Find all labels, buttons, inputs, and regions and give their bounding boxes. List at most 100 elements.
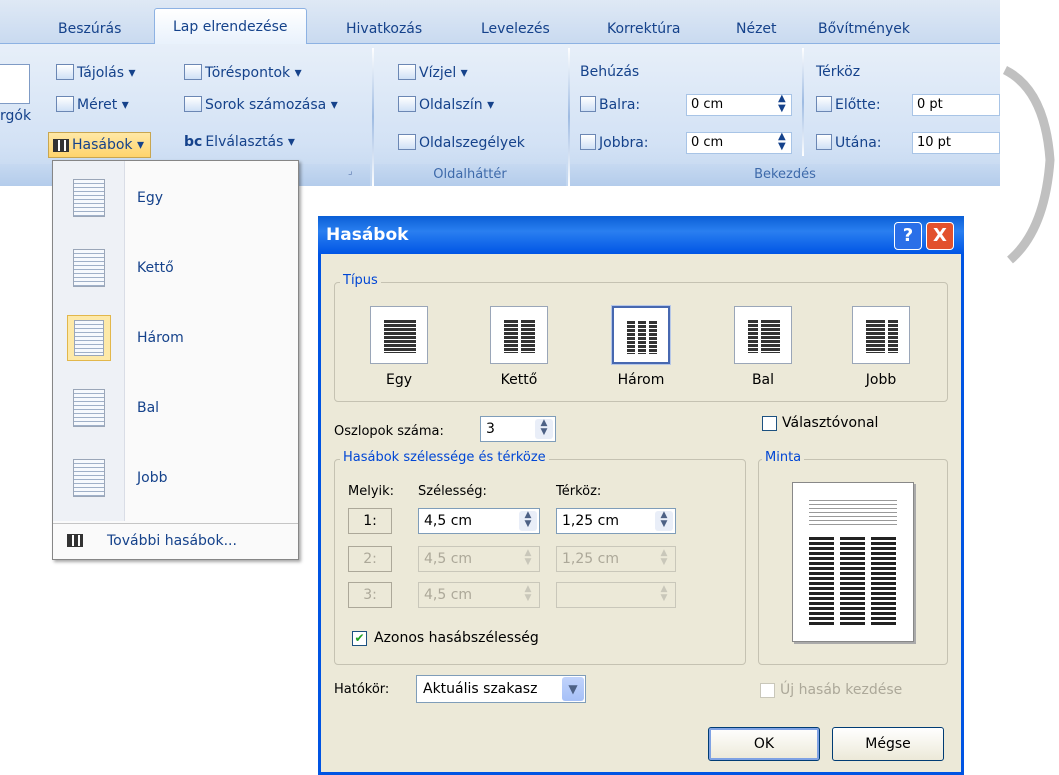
breaks-label: Töréspontok xyxy=(205,65,291,81)
page-color-icon xyxy=(398,96,416,112)
row-number: 2: xyxy=(348,546,392,572)
tab-mailings[interactable]: Levelezés xyxy=(481,14,550,44)
width-value: 4,5 cm xyxy=(424,513,473,529)
menu-item-three[interactable]: Három xyxy=(53,307,298,369)
spinner-icon[interactable]: ▲ ▼ xyxy=(519,511,537,531)
three-columns-icon xyxy=(67,315,111,361)
three-columns-icon xyxy=(627,320,659,354)
menu-item-label: Bal xyxy=(137,400,160,416)
columns-button[interactable]: Hasábok ▾ xyxy=(48,132,152,158)
row-number: 3: xyxy=(348,582,392,608)
hyphenation-icon: bc xyxy=(184,134,203,150)
new-column-label: Új hasáb kezdése xyxy=(780,682,903,698)
menu-item-label: Kettő xyxy=(137,260,174,276)
preset-right-button[interactable] xyxy=(852,306,910,364)
tab-page-layout[interactable]: Lap elrendezése xyxy=(154,8,307,45)
preset-three-button[interactable] xyxy=(611,305,671,365)
columns-icon xyxy=(53,139,69,152)
size-button[interactable]: Méret ▾ xyxy=(56,96,129,113)
preview-column-1 xyxy=(809,535,834,625)
line-numbers-button[interactable]: Sorok számozása ▾ xyxy=(184,96,338,113)
line-between-checkbox[interactable] xyxy=(762,416,777,431)
spinner-icon: ▲ ▼ xyxy=(524,548,532,567)
tab-addins[interactable]: Bővítmények xyxy=(818,14,910,44)
columns-icon xyxy=(67,534,83,547)
preset-two-button[interactable] xyxy=(490,306,548,364)
width-header: Szélesség: xyxy=(418,484,487,499)
right-column-icon xyxy=(67,455,111,501)
watermark-button[interactable]: Vízjel ▾ xyxy=(398,64,468,81)
menu-item-one[interactable]: Egy xyxy=(53,167,298,229)
spacing-value: 1,25 cm xyxy=(562,513,619,529)
line-numbers-label: Sorok számozása xyxy=(205,97,327,113)
page-color-label: Oldalszín xyxy=(419,97,483,113)
width-value: 4,5 cm xyxy=(424,551,473,567)
apply-to-value: Aktuális szakasz xyxy=(423,681,538,697)
page-borders-button[interactable]: Oldalszegélyek xyxy=(398,134,525,151)
menu-item-label: Egy xyxy=(137,190,164,206)
help-button[interactable]: ? xyxy=(894,222,922,250)
spacing-header: Térköz: xyxy=(556,484,602,499)
right-column-icon xyxy=(866,319,898,353)
spacing-input[interactable]: 1,25 cm ▲ ▼ xyxy=(556,508,676,534)
line-between-label: Választóvonal xyxy=(782,415,879,431)
equal-width-checkbox[interactable]: ✔ xyxy=(352,631,367,646)
num-columns-input[interactable]: 3 ▲ ▼ xyxy=(480,416,556,442)
cancel-button[interactable]: Mégse xyxy=(832,727,944,761)
two-columns-icon xyxy=(504,319,536,353)
col-header: Melyik: xyxy=(348,484,395,499)
one-column-icon xyxy=(384,319,416,353)
menu-item-right[interactable]: Jobb xyxy=(53,447,298,509)
width-input[interactable]: 4,5 cm ▲ ▼ xyxy=(418,508,540,534)
spacing-value: 1,25 cm xyxy=(562,551,619,567)
spacing-input: ▲ ▼ xyxy=(556,582,676,608)
close-button[interactable]: X xyxy=(926,222,954,250)
more-columns-item[interactable]: További hasábok... xyxy=(53,523,298,559)
indent-left-icon xyxy=(580,96,596,112)
spacing-after-input[interactable]: 10 pt xyxy=(912,132,1000,154)
tab-view[interactable]: Nézet xyxy=(736,14,777,44)
indent-left-spinner[interactable]: ▲ ▼ xyxy=(778,94,786,114)
indent-left-input[interactable]: 0 cm xyxy=(686,94,792,116)
dialog-launcher-icon[interactable]: ⌟ xyxy=(348,166,353,177)
preset-right-label: Jobb xyxy=(865,372,897,388)
tab-references[interactable]: Hivatkozás xyxy=(346,14,422,44)
breaks-button[interactable]: Töréspontok ▾ xyxy=(184,64,302,81)
indent-right-icon xyxy=(580,134,596,150)
orientation-button[interactable]: Tájolás ▾ xyxy=(56,64,136,81)
columns-dropdown-menu: Egy Kettő Három Bal Jobb További hasábok… xyxy=(52,160,299,560)
tab-insert[interactable]: Beszúrás xyxy=(58,14,121,44)
apply-to-select[interactable]: Aktuális szakasz ▼ xyxy=(416,675,586,703)
preview-column-3 xyxy=(871,535,896,625)
hyphenation-button[interactable]: bc Elválasztás ▾ xyxy=(184,134,295,150)
spacing-before-icon xyxy=(816,96,832,112)
menu-item-two[interactable]: Kettő xyxy=(53,237,298,299)
preview-column-2 xyxy=(840,535,865,625)
chevron-down-icon[interactable]: ▼ xyxy=(562,677,584,701)
decorative-swirl xyxy=(1002,65,1055,264)
dialog-titlebar: Hasábok ? X xyxy=(318,216,964,254)
indent-right-spinner[interactable]: ▲ ▼ xyxy=(778,132,786,152)
page-color-button[interactable]: Oldalszín ▾ xyxy=(398,96,494,113)
spacing-before-input[interactable]: 0 pt xyxy=(912,94,1000,116)
margins-icon[interactable] xyxy=(0,64,30,104)
menu-item-label: Jobb xyxy=(137,470,168,486)
num-columns-label: Oszlopok száma: xyxy=(334,424,444,439)
indent-right-input[interactable]: 0 cm xyxy=(686,132,792,154)
spinner-icon[interactable]: ▲ ▼ xyxy=(655,511,673,531)
margins-label[interactable]: rgók xyxy=(0,108,31,124)
size-label: Méret xyxy=(77,97,118,113)
spacing-input: 1,25 cm ▲ ▼ xyxy=(556,546,676,572)
breaks-icon xyxy=(184,64,202,80)
tab-review[interactable]: Korrektúra xyxy=(607,14,680,44)
spacing-before-label: Előtte: xyxy=(816,96,881,113)
preset-left-button[interactable] xyxy=(734,306,792,364)
indent-title: Behúzás xyxy=(580,64,640,80)
ok-button[interactable]: OK xyxy=(708,727,820,761)
size-icon xyxy=(56,96,74,112)
menu-item-left[interactable]: Bal xyxy=(53,377,298,439)
spinner-icon[interactable]: ▲ ▼ xyxy=(535,419,553,439)
preview-page xyxy=(792,482,914,642)
preset-one-button[interactable] xyxy=(370,306,428,364)
preset-left-label: Bal xyxy=(751,372,775,388)
